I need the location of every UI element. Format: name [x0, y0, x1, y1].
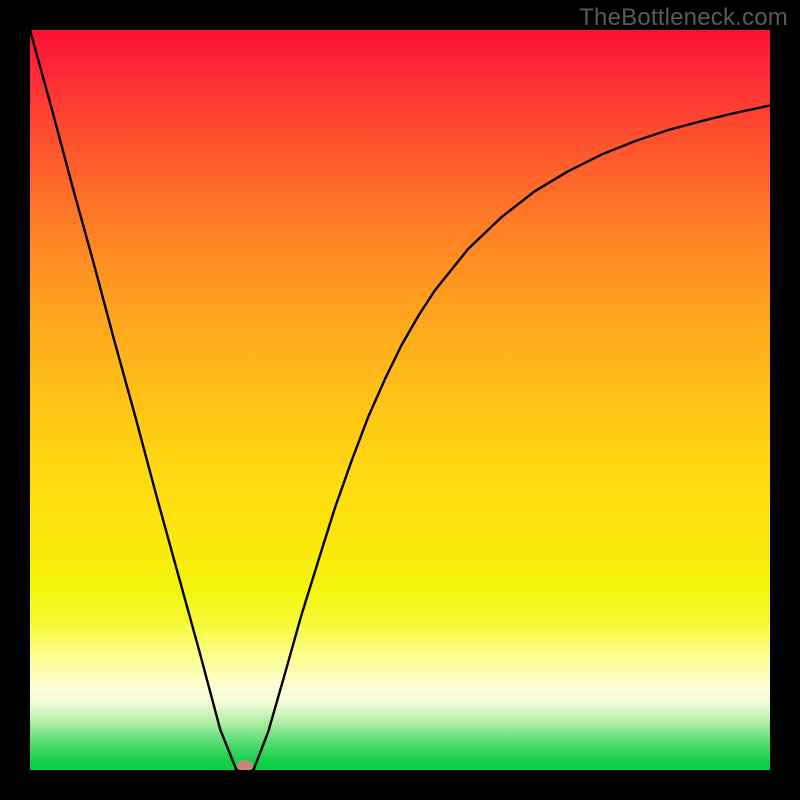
- bottleneck-curve: [30, 30, 770, 770]
- plot-area: [30, 30, 770, 770]
- minimum-marker: [237, 760, 253, 770]
- watermark-text: TheBottleneck.com: [579, 4, 788, 32]
- curve-svg: [30, 30, 770, 770]
- chart-frame: TheBottleneck.com: [0, 0, 800, 800]
